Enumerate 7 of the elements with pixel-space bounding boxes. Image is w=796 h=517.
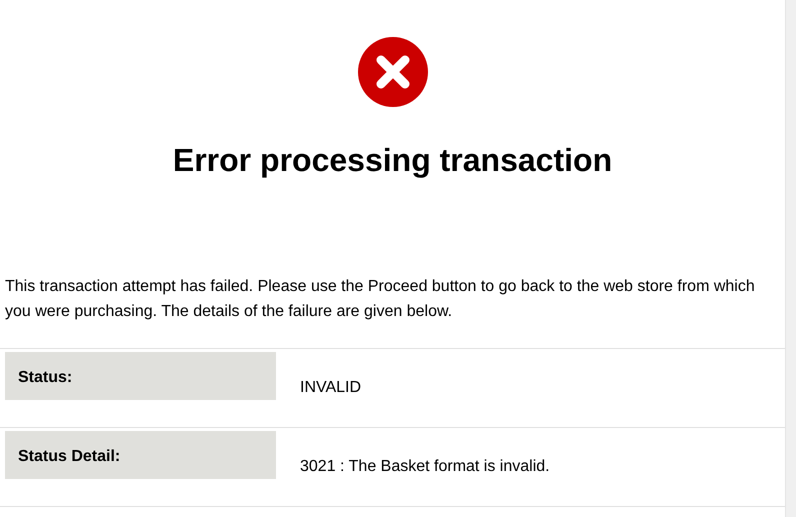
error-icon	[358, 37, 428, 107]
detail-label: Status:	[5, 352, 276, 400]
detail-label: Status Detail:	[5, 431, 276, 479]
detail-value: INVALID	[300, 378, 362, 398]
failure-message: This transaction attempt has failed. Please use the Proceed button to go back to the web store from which you were purchasing. The details of the failure are given below.	[4, 277, 756, 322]
detail-value: 3021 : The Basket format is invalid.	[300, 457, 550, 477]
page-title: Error processing transaction	[172, 141, 614, 180]
